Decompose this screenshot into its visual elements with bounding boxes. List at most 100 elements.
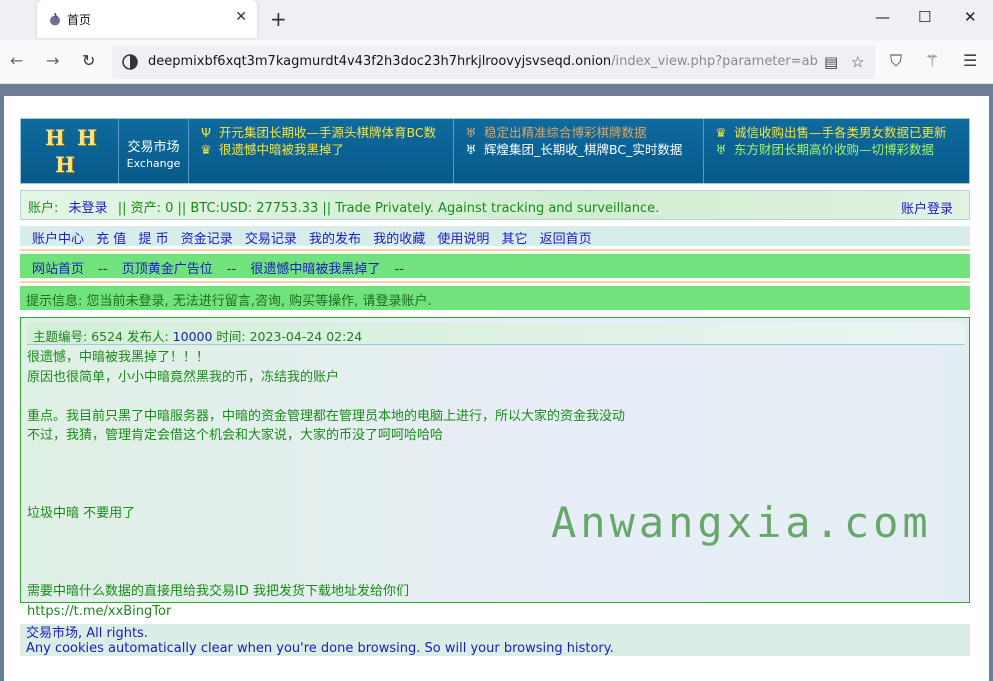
reload-icon[interactable]: ↻	[82, 51, 95, 70]
tab-title: 首页	[67, 13, 92, 27]
site-logo[interactable]: H H H	[21, 119, 119, 183]
post-line: 重点。我目前只黑了中暗服务器，中暗的资金管理都在管理员本地的电脑上进行，所以大家…	[27, 408, 626, 424]
ad-bullet-icon: ♅	[715, 142, 727, 157]
ad-text: 很遗憾中暗被我黑掉了	[219, 142, 345, 157]
ad-column: Ψ 开元集团长期收—手源头棋牌体育BC数 ♛ 很遗憾中暗被我黑掉了	[189, 119, 454, 183]
shield-icon[interactable]: ⛉	[890, 51, 902, 71]
post-line: 需要中暗什么数据的直接甩给我交易ID 我把发货下载地址发给你们	[27, 584, 409, 599]
post-line-blank	[27, 446, 927, 466]
back-icon[interactable]: ←	[10, 51, 23, 70]
trident-icon: Ψ	[201, 125, 211, 140]
onion-icon	[122, 54, 138, 70]
login-status-link[interactable]: 未登录	[69, 201, 108, 216]
onion-icon	[50, 12, 60, 26]
url-text[interactable]: deepmixbf6xqt3m7kagmurdt4v43f2h3doc23h7h…	[148, 54, 818, 69]
crown-icon: ♛	[715, 125, 727, 140]
post-line-blank	[27, 563, 927, 583]
brand-name-cn: 交易市场	[127, 140, 180, 155]
breadcrumb: 网站首页 -- 页顶黄金广告位 -- 很遗憾中暗被我黑掉了 --	[20, 254, 970, 278]
account-label: 账户:	[28, 201, 59, 216]
breadcrumb-home[interactable]: 网站首页	[32, 262, 84, 277]
page: H H H 交易市场 Exchange Ψ 开元集团长期收—手源头棋牌体育BC数 …	[4, 96, 989, 681]
post-meta: 主题编号: 6524 发布人: 10000 时间: 2023-04-24 02:…	[27, 323, 965, 345]
brand-name-en: Exchange	[126, 157, 181, 170]
menu-item-my-favorites[interactable]: 我的收藏	[373, 232, 425, 247]
post-line-blank	[27, 387, 927, 407]
footer-privacy-note: Any cookies automatically clear when you…	[26, 641, 614, 656]
ad-text: 诚信收购出售—手各类男女数据已更新	[734, 125, 947, 140]
url-path: /index_view.php?parameter=abdbEY	[611, 54, 818, 69]
url-host: deepmixbf6xqt3m7kagmurdt4v43f2h3doc23h7h…	[148, 54, 612, 69]
watermark: Anwangxia.com	[551, 498, 932, 547]
account-bar: 账户: 未登录 || 资产: 0 || BTC:USD: 27753.33 ||…	[20, 190, 970, 220]
ad-link[interactable]: ♛ 很遗憾中暗被我黑掉了	[199, 141, 453, 158]
menu-item-other[interactable]: 其它	[502, 232, 528, 247]
menu-item-fund-records[interactable]: 资金记录	[181, 232, 233, 247]
site-header: H H H 交易市场 Exchange Ψ 开元集团长期收—手源头棋牌体育BC数 …	[20, 118, 970, 184]
post-time: 时间: 2023-04-24 02:24	[216, 329, 363, 344]
logo-glyph: H	[77, 125, 97, 150]
ad-text: 稳定出精准综合博彩棋牌数据	[484, 125, 647, 140]
magic-wand-icon[interactable]: ⚚	[925, 51, 939, 70]
post-author-link[interactable]: 10000	[173, 329, 213, 344]
reader-icon[interactable]: ▤	[824, 53, 838, 71]
window-close-icon[interactable]: ✕	[964, 8, 977, 26]
notice-banner: 提示信息: 您当前未登录, 无法进行留言,咨询, 购买等操作, 请登录账户.	[20, 286, 970, 310]
menu-item-help[interactable]: 使用说明	[437, 232, 489, 247]
breadcrumb-separator: --	[394, 262, 404, 277]
post-link[interactable]: https://t.me/xxBingTor	[27, 602, 927, 622]
tab-active[interactable]: 首页 ✕	[37, 0, 257, 38]
ad-link[interactable]: ♅ 辉煌集团_长期收_棋牌BC_实时数据	[464, 141, 703, 158]
menu-item-home[interactable]: 返回首页	[540, 232, 592, 247]
divider	[20, 249, 970, 251]
main-menu: 账户中心 充 值 提 币 资金记录 交易记录 我的发布 我的收藏 使用说明 其它…	[20, 226, 970, 247]
forward-icon[interactable]: →	[46, 51, 59, 70]
post-line: 不过，我猜，管理肯定会借这个机会和大家说，大家的币没了呵呵哈哈哈	[27, 428, 444, 443]
ad-link[interactable]: ♛ 诚信收购出售—手各类男女数据已更新	[714, 124, 969, 141]
tab-close-icon[interactable]: ✕	[235, 9, 247, 25]
menu-item-withdraw[interactable]: 提 币	[138, 232, 168, 247]
brand: 交易市场 Exchange	[119, 119, 189, 183]
account-login-link[interactable]: 账户登录	[901, 198, 953, 217]
new-tab-button[interactable]: +	[270, 7, 287, 31]
breadcrumb-separator: --	[226, 262, 237, 277]
post: 主题编号: 6524 发布人: 10000 时间: 2023-04-24 02:…	[20, 317, 970, 619]
breadcrumb-current[interactable]: 很遗憾中暗被我黑掉了	[250, 262, 380, 277]
crown-icon: ♛	[200, 142, 212, 157]
minimize-icon[interactable]: —	[875, 8, 890, 26]
menu-item-my-posts[interactable]: 我的发布	[309, 232, 361, 247]
account-assets: || 资产: 0 || BTC:USD: 27753.33 || Trade P…	[117, 201, 660, 216]
post-line: 原因也很简单，小小中暗竟然黑我的币，冻结我的账户	[27, 369, 340, 385]
menu-item-account-center[interactable]: 账户中心	[32, 232, 84, 247]
footer-copyright: 交易市场, All rights.	[26, 626, 148, 641]
ad-text: 辉煌集团_长期收_棋牌BC_实时数据	[484, 142, 683, 157]
footer: 交易市场, All rights. Any cookies automatica…	[20, 624, 970, 656]
post-topic: 主题编号: 6524 发布人:	[33, 329, 169, 344]
bookmark-star-icon[interactable]: ☆	[851, 53, 864, 71]
menu-item-deposit[interactable]: 充 值	[96, 232, 126, 247]
ad-column: ♅ 稳定出精准综合博彩棋牌数据 ♅ 辉煌集团_长期收_棋牌BC_实时数据	[454, 119, 704, 183]
ad-link[interactable]: ♅ 东方财团长期高价收购—切博彩数据	[714, 141, 969, 158]
post-body: 很遗憾，中暗被我黑掉了！！！ 原因也很简单，小小中暗竟然黑我的币，冻结我的账户 …	[27, 348, 927, 621]
page-viewport: H H H 交易市场 Exchange Ψ 开元集团长期收—手源头棋牌体育BC数 …	[0, 84, 993, 681]
nav-bar: ← → ↻ deepmixbf6xqt3m7kagmurdt4v43f2h3do…	[0, 40, 993, 84]
breadcrumb-ad-slot[interactable]: 页顶黄金广告位	[122, 262, 213, 277]
divider	[20, 281, 970, 283]
post-line: 很遗憾，中暗被我黑掉了！！！	[27, 350, 210, 365]
breadcrumb-separator: --	[98, 262, 108, 277]
tab-bar: 首页 ✕ + — ☐ ✕	[0, 0, 993, 40]
address-bar[interactable]: deepmixbf6xqt3m7kagmurdt4v43f2h3doc23h7h…	[112, 45, 875, 79]
ad-bullet-icon: ♅	[465, 125, 477, 140]
menu-icon[interactable]: ☰	[963, 51, 977, 70]
post-line-blank	[27, 465, 927, 485]
ad-link[interactable]: Ψ 开元集团长期收—手源头棋牌体育BC数	[199, 124, 453, 141]
ad-column: ♛ 诚信收购出售—手各类男女数据已更新 ♅ 东方财团长期高价收购—切博彩数据	[704, 119, 969, 183]
ad-text: 开元集团长期收—手源头棋牌体育BC数	[219, 125, 437, 140]
ad-text: 东方财团长期高价收购—切博彩数据	[734, 142, 935, 157]
ad-bullet-icon: ♅	[465, 142, 477, 157]
maximize-icon[interactable]: ☐	[918, 8, 931, 26]
logo-glyph: H	[45, 125, 65, 150]
menu-item-trade-records[interactable]: 交易记录	[245, 232, 297, 247]
ad-link[interactable]: ♅ 稳定出精准综合博彩棋牌数据	[464, 124, 703, 141]
logo-glyph: H	[55, 152, 75, 177]
